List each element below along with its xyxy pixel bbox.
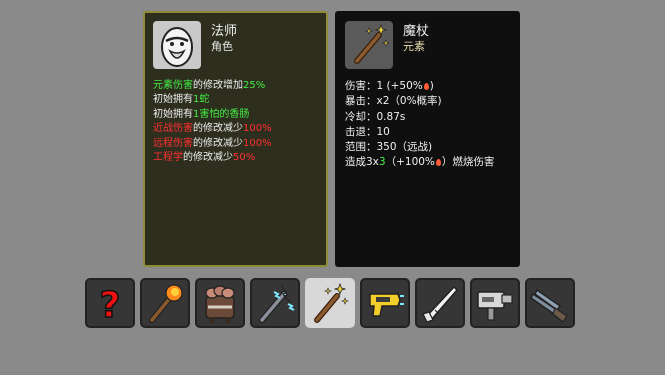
stat-knockback: 击退：10 [345, 125, 494, 140]
weapon-class: 元素 [403, 40, 425, 53]
stat-value: 10 [376, 125, 390, 138]
stat-value: 1 (+50% [376, 80, 423, 92]
elemental-damage-icon [423, 83, 429, 90]
question-mark-icon: ? [99, 284, 121, 326]
torch-icon [149, 284, 183, 323]
stat-damage: 伤害：1 (+50%) [345, 79, 494, 94]
effect-stat: 远程伤害 [153, 137, 193, 149]
effect-text: 初始拥有 [153, 108, 193, 120]
weapon-name: 魔杖 [403, 24, 430, 39]
rifle-icon [422, 285, 459, 323]
character-subtitle: 角色 [211, 40, 233, 53]
stat-label: 范围： [345, 141, 377, 154]
stat-value: x2（0%概率) [376, 95, 442, 108]
stat-crit: 暴击：x2（0%概率) [345, 94, 494, 109]
stat-label: 击退： [345, 125, 377, 138]
stat-value-close: ) [429, 80, 434, 92]
slot-torch[interactable] [140, 278, 190, 328]
slot-sausage-bundle[interactable] [195, 278, 245, 328]
elemental-damage-icon [435, 159, 441, 167]
sausage-bundle-icon [205, 285, 235, 323]
weapon-stats-list: 伤害：1 (+50%) 暴击：x2（0%概率) 冷却：0.87s 击退：10 范… [345, 79, 494, 171]
effect-stat: 工程学 [153, 152, 183, 164]
effect-item: 1蛇 [193, 94, 210, 106]
effect-amount: 100% [243, 123, 272, 135]
slot-taser[interactable] [360, 278, 410, 328]
effect-line: 近战伤害的修改减少100% [153, 122, 272, 136]
effect-amount: 50% [233, 152, 256, 164]
stat-label: 伤害： [345, 80, 377, 92]
slot-lightning-staff[interactable] [250, 278, 300, 328]
stat-value: 350（远战) [376, 141, 433, 154]
burn-prefix: 造成3x [345, 156, 379, 169]
slot-double-barrel[interactable] [525, 278, 575, 328]
stat-label: 暴击： [345, 95, 377, 108]
stat-cooldown: 冷却：0.87s [345, 110, 494, 125]
character-effects-list: 元素伤害的修改增加25% 初始拥有1蛇 初始拥有1害怕的香肠 近战伤害的修改减少… [153, 79, 272, 165]
effect-text: 的修改减少 [183, 152, 233, 164]
slot-random-question-mark[interactable]: ? [85, 278, 135, 328]
effect-line: 初始拥有1蛇 [153, 93, 272, 107]
burn-count: 3 [378, 156, 386, 169]
double-barrel-icon [530, 288, 568, 323]
effect-text: 初始拥有 [153, 94, 193, 106]
stat-burn: 造成3x3（+100% ）燃烧伤害 [345, 155, 494, 170]
svg-text:?: ? [100, 285, 121, 326]
character-info-panel: 法师 角色 元素伤害的修改增加25% 初始拥有1蛇 初始拥有1害怕的香肠 近战伤… [143, 11, 328, 267]
effect-stat: 近战伤害 [153, 123, 193, 135]
turret-gun-icon [477, 291, 513, 321]
egg-mage-portrait-icon [153, 21, 201, 69]
magic-wand-icon [314, 282, 349, 323]
effect-line: 远程伤害的修改减少100% [153, 137, 272, 151]
effect-text: 的修改减少 [193, 123, 243, 135]
stat-label: 冷却： [345, 110, 377, 123]
taser-icon [369, 293, 404, 317]
burn-mid: （+100% [385, 156, 435, 169]
slot-turret-gun[interactable] [470, 278, 520, 328]
effect-line: 元素伤害的修改增加25% [153, 79, 272, 93]
stat-value: 0.87s [376, 110, 406, 123]
slot-rifle[interactable] [415, 278, 465, 328]
lightning-staff-icon [259, 285, 295, 323]
effect-amount: 25% [243, 80, 266, 91]
magic-wand-portrait-icon [345, 21, 393, 69]
burn-suffix: ）燃烧伤害 [441, 156, 495, 169]
effect-amount: 100% [243, 137, 272, 149]
effect-line: 初始拥有1害怕的香肠 [153, 108, 272, 122]
slot-magic-wand[interactable] [305, 278, 355, 328]
effect-text: 的修改减少 [193, 137, 243, 149]
effect-item: 1害怕的香肠 [193, 108, 250, 120]
weapon-info-panel: 魔杖 元素 伤害：1 (+50%) 暴击：x2（0%概率) 冷却：0.87s 击… [335, 11, 520, 267]
character-name: 法师 [211, 24, 238, 39]
effect-text: 的修改增加 [193, 80, 243, 91]
stat-range: 范围：350（远战) [345, 140, 494, 155]
effect-stat: 元素伤害 [153, 80, 193, 91]
weapon-selection-bar: ? [85, 278, 575, 328]
effect-line: 工程学的修改减少50% [153, 151, 272, 165]
